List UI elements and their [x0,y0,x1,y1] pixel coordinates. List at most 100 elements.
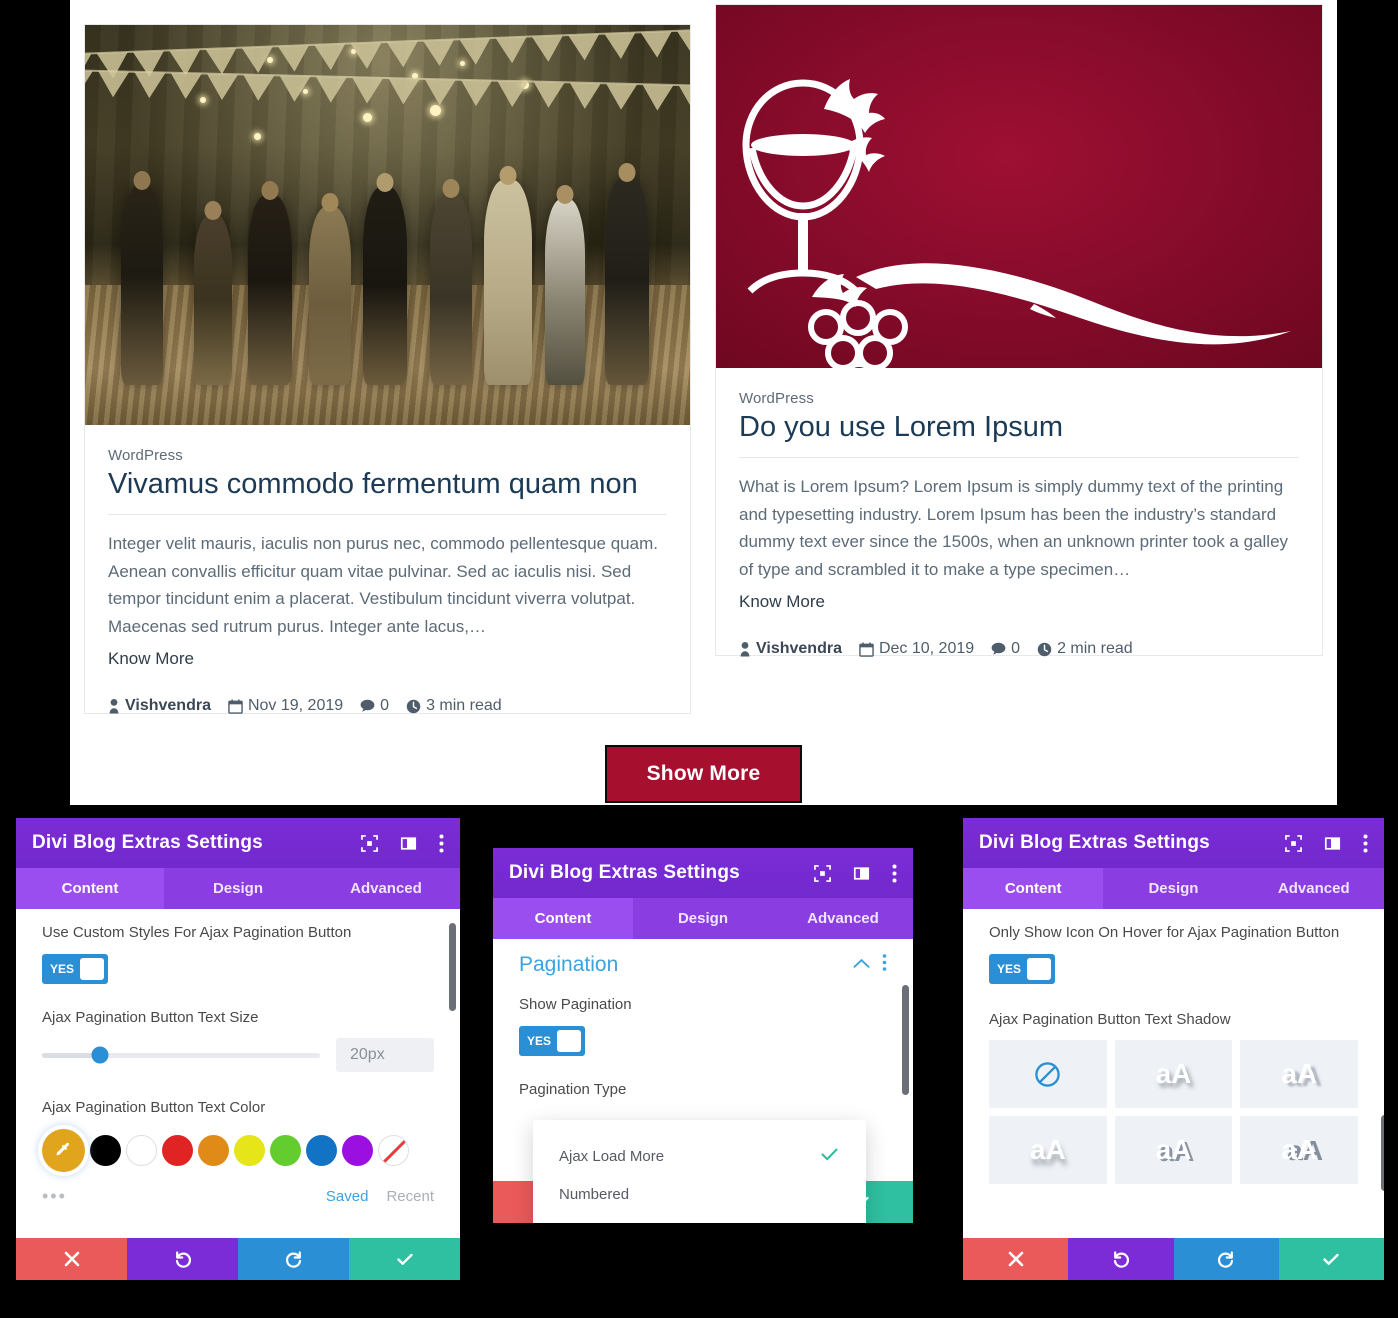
post-body: WordPress Vivamus commodo fermentum quam… [85,425,690,735]
tab-advanced[interactable]: Advanced [773,898,913,939]
more-options-icon[interactable] [1363,834,1368,853]
show-pagination-toggle[interactable]: YES [519,1025,585,1056]
text-size-value[interactable]: 20px [336,1038,434,1073]
post-meta: Vishvendra Dec 10, 2019 0 2 min read [739,640,1299,678]
divi-settings-panel-2[interactable]: Divi Blog Extras Settings Content Design… [493,848,913,1223]
panel-header: Divi Blog Extras Settings [493,848,913,898]
clock-icon [406,699,421,714]
color-swatch-selected-eyedropper[interactable] [42,1129,85,1173]
color-swatch-red[interactable] [162,1135,193,1167]
tab-design[interactable]: Design [164,868,312,909]
tab-advanced[interactable]: Advanced [1244,868,1384,909]
swatch-tab-recent[interactable]: Recent [386,1188,434,1205]
toggle-value: YES [997,961,1022,976]
save-button[interactable] [1278,1238,1384,1280]
post-author[interactable]: Vishvendra [739,640,842,658]
tab-advanced[interactable]: Advanced [312,868,460,909]
cancel-button[interactable] [16,1238,127,1280]
post-read-time-text: 2 min read [1057,640,1133,658]
text-size-slider[interactable] [42,1046,320,1064]
layout-columns-icon[interactable] [853,865,870,882]
pagination-type-label: Pagination Type [519,1080,627,1098]
swatch-tabs: Saved Recent [326,1188,434,1205]
post-title[interactable]: Do you use Lorem Ipsum [739,410,1299,459]
color-swatch-green[interactable] [270,1135,301,1167]
post-read-more-link[interactable]: Know More [739,592,1299,612]
post-category[interactable]: WordPress [739,390,1299,407]
only-show-icon-toggle[interactable]: YES [989,953,1055,984]
panel-action-bar [963,1238,1384,1280]
focus-mode-icon[interactable] [814,864,831,882]
more-options-icon[interactable] [439,834,444,853]
post-title[interactable]: Vivamus commodo fermentum quam non [108,467,667,516]
color-swatch-yellow[interactable] [234,1135,265,1167]
clock-icon [1037,642,1052,657]
pagination-section-header[interactable]: Pagination [519,953,887,977]
color-swatch-transparent[interactable] [378,1135,409,1167]
user-icon [740,641,750,657]
tab-content[interactable]: Content [16,868,164,909]
dropdown-option-ajax-load-more[interactable]: Ajax Load More [533,1136,866,1176]
text-shadow-option-3[interactable]: aA [989,1116,1107,1185]
text-shadow-option-1[interactable]: aA [1114,1040,1233,1109]
color-swatch-black[interactable] [90,1135,121,1167]
color-swatch-orange[interactable] [198,1135,229,1167]
post-read-more-link[interactable]: Know More [108,649,667,669]
post-category[interactable]: WordPress [108,447,667,464]
text-shadow-options-grid: aA aA aA aA aA [989,1040,1358,1185]
layout-columns-icon[interactable] [400,835,417,852]
tab-content[interactable]: Content [963,868,1104,909]
panel-title: Divi Blog Extras Settings [32,832,263,853]
panel-scrollbar[interactable] [1381,1115,1384,1191]
redo-button[interactable] [1173,1238,1279,1280]
cancel-button[interactable] [963,1238,1069,1280]
divi-settings-panel-1[interactable]: Divi Blog Extras Settings Content Design… [16,818,460,1280]
undo-button[interactable] [127,1238,238,1280]
slider-handle[interactable] [91,1046,109,1064]
dropdown-option-numbered[interactable]: Numbered [533,1176,866,1213]
toggle-knob [557,1029,581,1052]
divi-settings-panel-3[interactable]: Divi Blog Extras Settings Content Design… [963,818,1384,1280]
panel-scrollbar[interactable] [902,985,909,1095]
more-colors-icon[interactable]: ••• [42,1186,67,1207]
color-swatch-purple[interactable] [342,1135,373,1167]
focus-mode-icon[interactable] [1285,834,1302,852]
text-shadow-option-none[interactable] [989,1040,1107,1109]
color-swatch-blue[interactable] [306,1135,337,1167]
custom-styles-toggle[interactable]: YES [42,953,108,984]
save-button[interactable] [349,1238,460,1280]
post-date: Dec 10, 2019 [859,640,974,658]
text-shadow-option-4[interactable]: aA [1114,1116,1233,1185]
chevron-up-icon[interactable] [853,956,870,974]
text-shadow-option-2[interactable]: aA [1240,1040,1358,1109]
post-body: WordPress Do you use Lorem Ipsum What is… [716,368,1322,678]
toggle-value: YES [527,1033,552,1048]
blog-post-card[interactable]: WordPress Do you use Lorem Ipsum What is… [715,4,1323,657]
panel-title: Divi Blog Extras Settings [979,832,1210,853]
undo-button[interactable] [1068,1238,1174,1280]
redo-button[interactable] [238,1238,349,1280]
section-more-options-icon[interactable] [882,954,887,976]
more-options-icon[interactable] [892,864,897,883]
text-shadow-option-5[interactable]: aA [1240,1116,1358,1185]
text-color-label: Ajax Pagination Button Text Color [42,1099,266,1117]
custom-styles-toggle-label: Use Custom Styles For Ajax Pagination Bu… [42,924,352,941]
focus-mode-icon[interactable] [361,834,378,852]
tab-content[interactable]: Content [493,898,633,939]
show-more-button[interactable]: Show More [604,745,803,803]
swatch-tab-saved[interactable]: Saved [326,1188,369,1205]
panel-scrollbar[interactable] [449,923,456,1011]
post-author[interactable]: Vishvendra [108,697,211,715]
tab-design[interactable]: Design [1103,868,1243,909]
color-swatch-white[interactable] [126,1135,157,1167]
blog-post-card[interactable]: WordPress Vivamus commodo fermentum quam… [84,24,691,714]
comment-icon [991,643,1006,655]
post-featured-image-wine-glass-grapes[interactable] [716,5,1322,368]
text-size-label: Ajax Pagination Button Text Size [42,1008,259,1026]
layout-columns-icon[interactable] [1324,835,1341,852]
tab-design[interactable]: Design [633,898,773,939]
post-featured-image-wedding-dance-floor[interactable] [85,25,690,425]
pagination-type-dropdown[interactable]: Ajax Load More Numbered [533,1120,866,1223]
close-icon [64,1251,79,1267]
text-size-slider-row: 20px [42,1038,434,1073]
